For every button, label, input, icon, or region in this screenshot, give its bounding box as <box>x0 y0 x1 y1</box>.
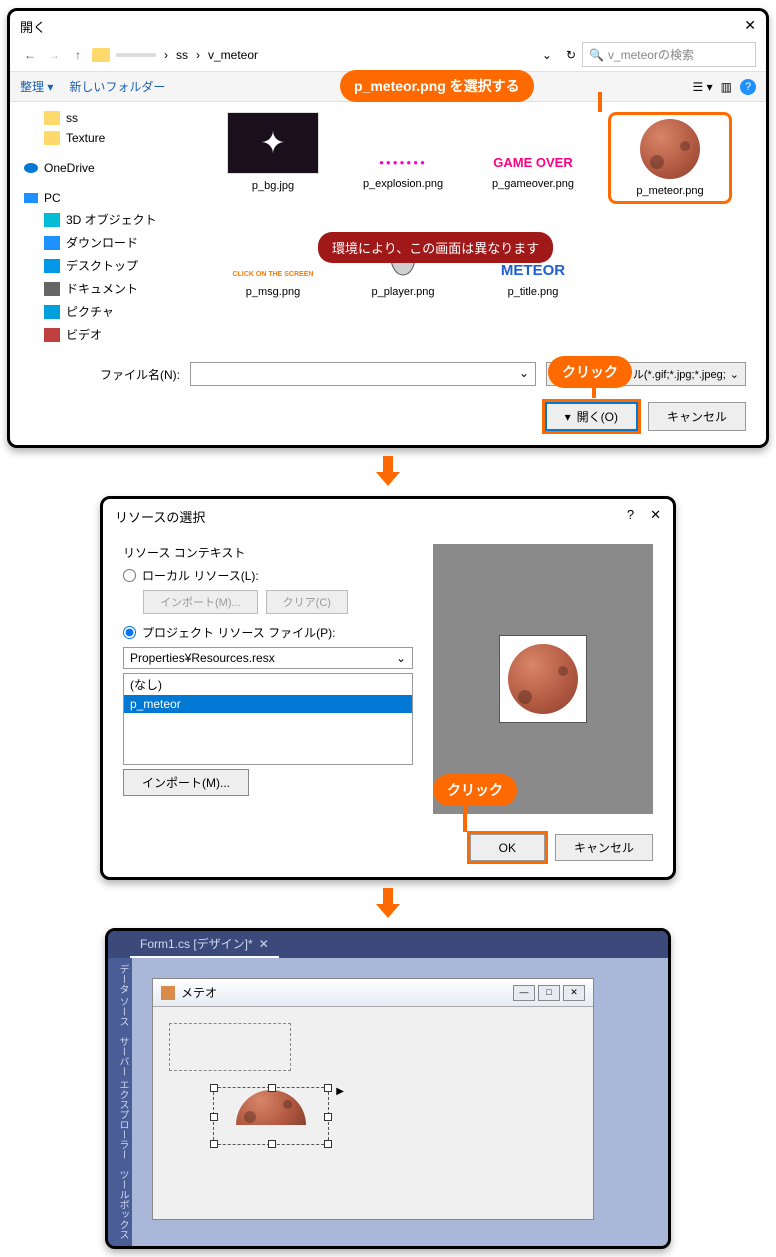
radio-project[interactable]: プロジェクト リソース ファイル(P): <box>123 624 413 641</box>
file-meteor[interactable]: p_meteor.png <box>608 112 732 204</box>
form-titlebar: メテオ — □ ✕ <box>153 979 593 1007</box>
picturebox-meteor[interactable]: ▶ <box>213 1087 329 1145</box>
filename-row: ファイル名(N): ⌄ イメージ ファイル(*.gif;*.jpg;*.jpeg… <box>10 352 766 396</box>
tree-3d[interactable]: 3D オブジェクト <box>24 208 194 231</box>
nav-toolbar: ← → ↑ › ss› v_meteor ⌄ ↻ 🔍 v_meteorの検索 <box>10 38 766 71</box>
file-grid: ✦ p_bg.jpg ●●●●●●● p_explosion.png GAME … <box>198 102 766 352</box>
file-bg[interactable]: ✦ p_bg.jpg <box>218 112 328 204</box>
clear-button: クリア(C) <box>266 590 348 614</box>
breadcrumb[interactable]: › ss› v_meteor ⌄ ↻ <box>114 48 578 62</box>
import-button[interactable]: インポート(M)... <box>123 769 249 796</box>
design-canvas[interactable]: メテオ — □ ✕ ▶ <box>132 958 668 1246</box>
form-title-text: メテオ <box>181 984 217 1001</box>
tree-pc[interactable]: PC <box>24 188 194 208</box>
filename-input[interactable]: ⌄ <box>190 362 536 386</box>
crumb-vmeteor[interactable]: v_meteor <box>208 48 258 62</box>
tree-texture[interactable]: Texture <box>24 128 194 148</box>
resource-list[interactable]: (なし) p_meteor <box>123 673 413 765</box>
search-input[interactable]: 🔍 v_meteorの検索 <box>582 42 756 67</box>
resource-context: リソース コンテキスト ローカル リソース(L): インポート(M)... クリ… <box>123 544 413 814</box>
tree-video[interactable]: ビデオ <box>24 323 194 346</box>
dialog-body: ss Texture OneDrive PC 3D オブジェクト ダウンロード … <box>10 102 766 352</box>
file-gameover[interactable]: GAME OVER p_gameover.png <box>478 112 588 204</box>
maximize-icon[interactable]: □ <box>538 985 560 1001</box>
tree-onedrive[interactable]: OneDrive <box>24 158 194 178</box>
form-icon <box>161 986 175 1000</box>
file-explosion[interactable]: ●●●●●●● p_explosion.png <box>348 112 458 204</box>
chevron-down-icon[interactable]: ⌄ <box>542 48 552 62</box>
form-window[interactable]: メテオ — □ ✕ ▶ <box>152 978 594 1220</box>
organize-menu[interactable]: 整理 ▾ <box>20 78 53 95</box>
file-msg[interactable]: CLICK ON THE SCREEN p_msg.png <box>218 224 328 298</box>
crumb-ss[interactable]: ss <box>176 48 188 62</box>
context-label: リソース コンテキスト <box>123 544 413 561</box>
tree-ss[interactable]: ss <box>24 108 194 128</box>
ok-button[interactable]: OK <box>470 834 545 861</box>
close-tab-icon[interactable]: ✕ <box>259 937 269 951</box>
command-bar: 整理 ▾ 新しいフォルダー ☰ ▾ ▥ ? p_meteor.png を選択する <box>10 71 766 102</box>
search-icon: 🔍 <box>589 48 604 62</box>
vs-sidebar-tabs[interactable]: データ ソース サーバー エクスプローラー ツールボックス <box>108 958 132 1246</box>
view-icon[interactable]: ☰ ▾ <box>693 80 713 94</box>
open-button[interactable]: ▾開く(O) <box>545 402 638 431</box>
titlebar: リソースの選択 ? ✕ <box>103 499 673 534</box>
env-note: 環境により、この画面は異なります <box>318 232 553 263</box>
callout-click: クリック <box>433 774 517 806</box>
tree-download[interactable]: ダウンロード <box>24 231 194 254</box>
up-icon[interactable]: ↑ <box>68 48 88 62</box>
forward-icon[interactable]: → <box>44 48 64 62</box>
button-row: OK キャンセル <box>103 824 673 877</box>
tree-picture[interactable]: ピクチャ <box>24 300 194 323</box>
new-folder-button[interactable]: 新しいフォルダー <box>69 78 165 95</box>
preview-pane-icon[interactable]: ▥ <box>721 80 732 94</box>
filename-label: ファイル名(N): <box>30 366 180 383</box>
vs-designer: Form1.cs [デザイン]*✕ データ ソース サーバー エクスプローラー … <box>105 928 671 1249</box>
placeholder-box[interactable] <box>169 1023 291 1071</box>
radio-local[interactable]: ローカル リソース(L): <box>123 567 413 584</box>
tree-desktop[interactable]: デスクトップ <box>24 254 194 277</box>
form-body[interactable]: ▶ <box>153 1007 593 1219</box>
arrow-down-icon <box>0 456 776 488</box>
callout-click: クリック <box>548 356 632 388</box>
resx-dropdown[interactable]: Properties¥Resources.resx⌄ <box>123 647 413 669</box>
dialog-body: リソース コンテキスト ローカル リソース(L): インポート(M)... クリ… <box>103 534 673 824</box>
tab-form1[interactable]: Form1.cs [デザイン]*✕ <box>130 931 279 958</box>
help-icon[interactable]: ? <box>627 507 634 522</box>
callout-select: p_meteor.png を選択する <box>340 70 534 102</box>
file-open-dialog: 開く ✕ ← → ↑ › ss› v_meteor ⌄ ↻ 🔍 v_meteor… <box>7 8 769 448</box>
button-row: クリック ▾開く(O) キャンセル <box>10 396 766 445</box>
list-none[interactable]: (なし) <box>124 674 412 695</box>
cancel-button[interactable]: キャンセル <box>648 402 746 431</box>
cancel-button[interactable]: キャンセル <box>555 834 653 861</box>
smart-tag-icon[interactable]: ▶ <box>336 1086 344 1097</box>
back-icon[interactable]: ← <box>20 48 40 62</box>
close-icon[interactable]: ✕ <box>744 17 756 36</box>
arrow-down-icon <box>0 888 776 920</box>
tree-document[interactable]: ドキュメント <box>24 277 194 300</box>
dialog-title: 開く <box>20 17 46 36</box>
close-icon[interactable]: ✕ <box>563 985 585 1001</box>
folder-tree: ss Texture OneDrive PC 3D オブジェクト ダウンロード … <box>10 102 198 352</box>
minimize-icon[interactable]: — <box>513 985 535 1001</box>
titlebar: 開く ✕ <box>10 11 766 38</box>
resource-select-dialog: リソースの選択 ? ✕ リソース コンテキスト ローカル リソース(L): インポ… <box>100 496 676 880</box>
close-icon[interactable]: ✕ <box>650 507 661 522</box>
list-item-pmeteor[interactable]: p_meteor <box>124 695 412 713</box>
help-icon[interactable]: ? <box>740 79 756 95</box>
folder-icon <box>92 48 110 62</box>
refresh-icon[interactable]: ↻ <box>566 48 576 62</box>
import-local-button: インポート(M)... <box>143 590 258 614</box>
dialog-title: リソースの選択 <box>115 507 205 526</box>
